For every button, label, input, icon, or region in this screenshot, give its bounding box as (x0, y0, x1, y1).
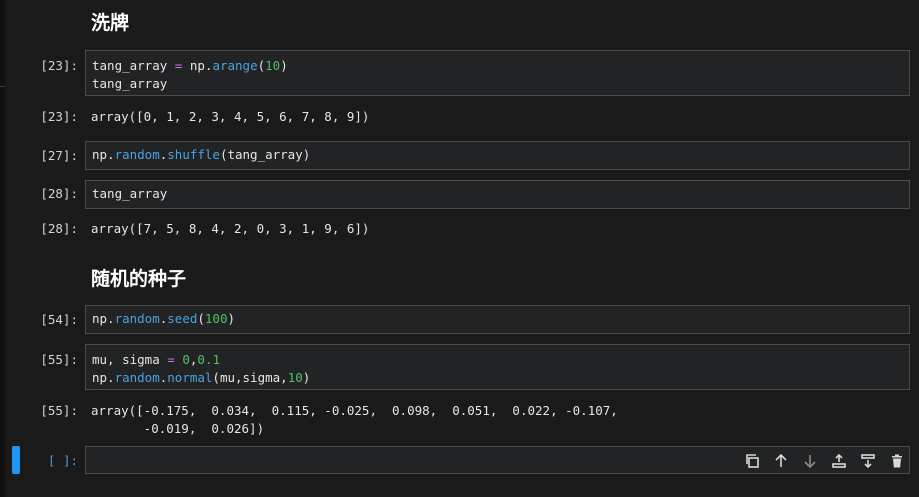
left-gutter (0, 0, 5, 497)
output-line: -0.019, 0.026]) (91, 421, 265, 436)
insert-above-button[interactable] (829, 451, 849, 471)
cell-prompt: [54]: (40, 312, 78, 327)
code-token: ( (197, 311, 205, 326)
output-prompt: [55]: (40, 403, 78, 418)
heading-shuffle: 洗牌 (91, 12, 130, 34)
move-down-button[interactable] (800, 451, 820, 471)
cell-prompt: [23]: (40, 58, 78, 73)
active-cell-indicator (12, 446, 20, 474)
code-token: ) (302, 370, 311, 385)
code-number: 100 (204, 311, 228, 326)
code-number: 0.1 (197, 352, 220, 367)
output-55: array([-0.175, 0.034, 0.115, -0.025, 0.0… (91, 402, 618, 438)
move-up-icon (775, 453, 787, 467)
code-function: random (114, 147, 160, 162)
code-cell-55[interactable]: mu, sigma = 0,0.1 np.random.normal(mu,si… (85, 344, 910, 390)
gutter-divider (0, 86, 5, 87)
insert-above-icon (832, 453, 846, 468)
cell-prompt: [27]: (40, 148, 78, 163)
cell-prompt: [28]: (40, 186, 78, 201)
cell-prompt: [55]: (40, 352, 78, 367)
code-token: tang_array (92, 186, 168, 201)
code-number: 10 (287, 370, 303, 385)
code-function: seed (167, 311, 198, 326)
code-token: ) (280, 58, 288, 73)
code-number: 0 (182, 352, 190, 367)
code-cell-23[interactable]: tang_array = np.arange(10) tang_array (85, 50, 910, 96)
output-prompt: [28]: (40, 221, 78, 236)
code-token: np. (92, 311, 115, 326)
output-28: array([7, 5, 8, 4, 2, 0, 3, 1, 9, 6]) (91, 221, 370, 236)
code-cell-27[interactable]: np.random.shuffle(tang_array) (85, 141, 910, 170)
code-operator: = (174, 58, 183, 73)
duplicate-cell-button[interactable] (742, 451, 762, 471)
heading-seed: 随机的种子 (91, 268, 187, 290)
code-cell-28[interactable]: tang_array (85, 180, 910, 209)
code-number: 10 (265, 58, 281, 73)
duplicate-icon (746, 454, 759, 468)
output-line: array([-0.175, 0.034, 0.115, -0.025, 0.0… (91, 403, 618, 418)
insert-below-icon (861, 454, 875, 469)
move-up-button[interactable] (771, 451, 791, 471)
code-token: tang_array (92, 58, 168, 73)
code-token: np. (92, 370, 115, 385)
code-token: np. (92, 147, 115, 162)
code-token: np. (189, 58, 213, 73)
code-function: random (114, 370, 160, 385)
cell-toolbar (742, 451, 907, 471)
cell-prompt: [ ]: (47, 453, 78, 468)
code-function: normal (167, 370, 213, 385)
code-token: ) (227, 311, 236, 326)
output-23: array([0, 1, 2, 3, 4, 5, 6, 7, 8, 9]) (91, 109, 370, 124)
insert-below-button[interactable] (858, 451, 878, 471)
output-prompt: [23]: (40, 109, 78, 124)
code-operator: = (167, 352, 175, 367)
code-token: tang_array (92, 76, 168, 91)
delete-cell-button[interactable] (887, 451, 907, 471)
code-function: arange (212, 58, 258, 73)
code-token: (tang_array) (219, 147, 311, 162)
move-down-icon (804, 455, 816, 469)
code-token: (mu,sigma, (212, 370, 288, 385)
code-function: shuffle (167, 147, 220, 162)
code-cell-54[interactable]: np.random.seed(100) (85, 305, 910, 334)
code-token: ( (257, 58, 266, 73)
code-token: mu, sigma (92, 352, 168, 367)
code-function: random (114, 311, 160, 326)
delete-icon (892, 454, 902, 468)
